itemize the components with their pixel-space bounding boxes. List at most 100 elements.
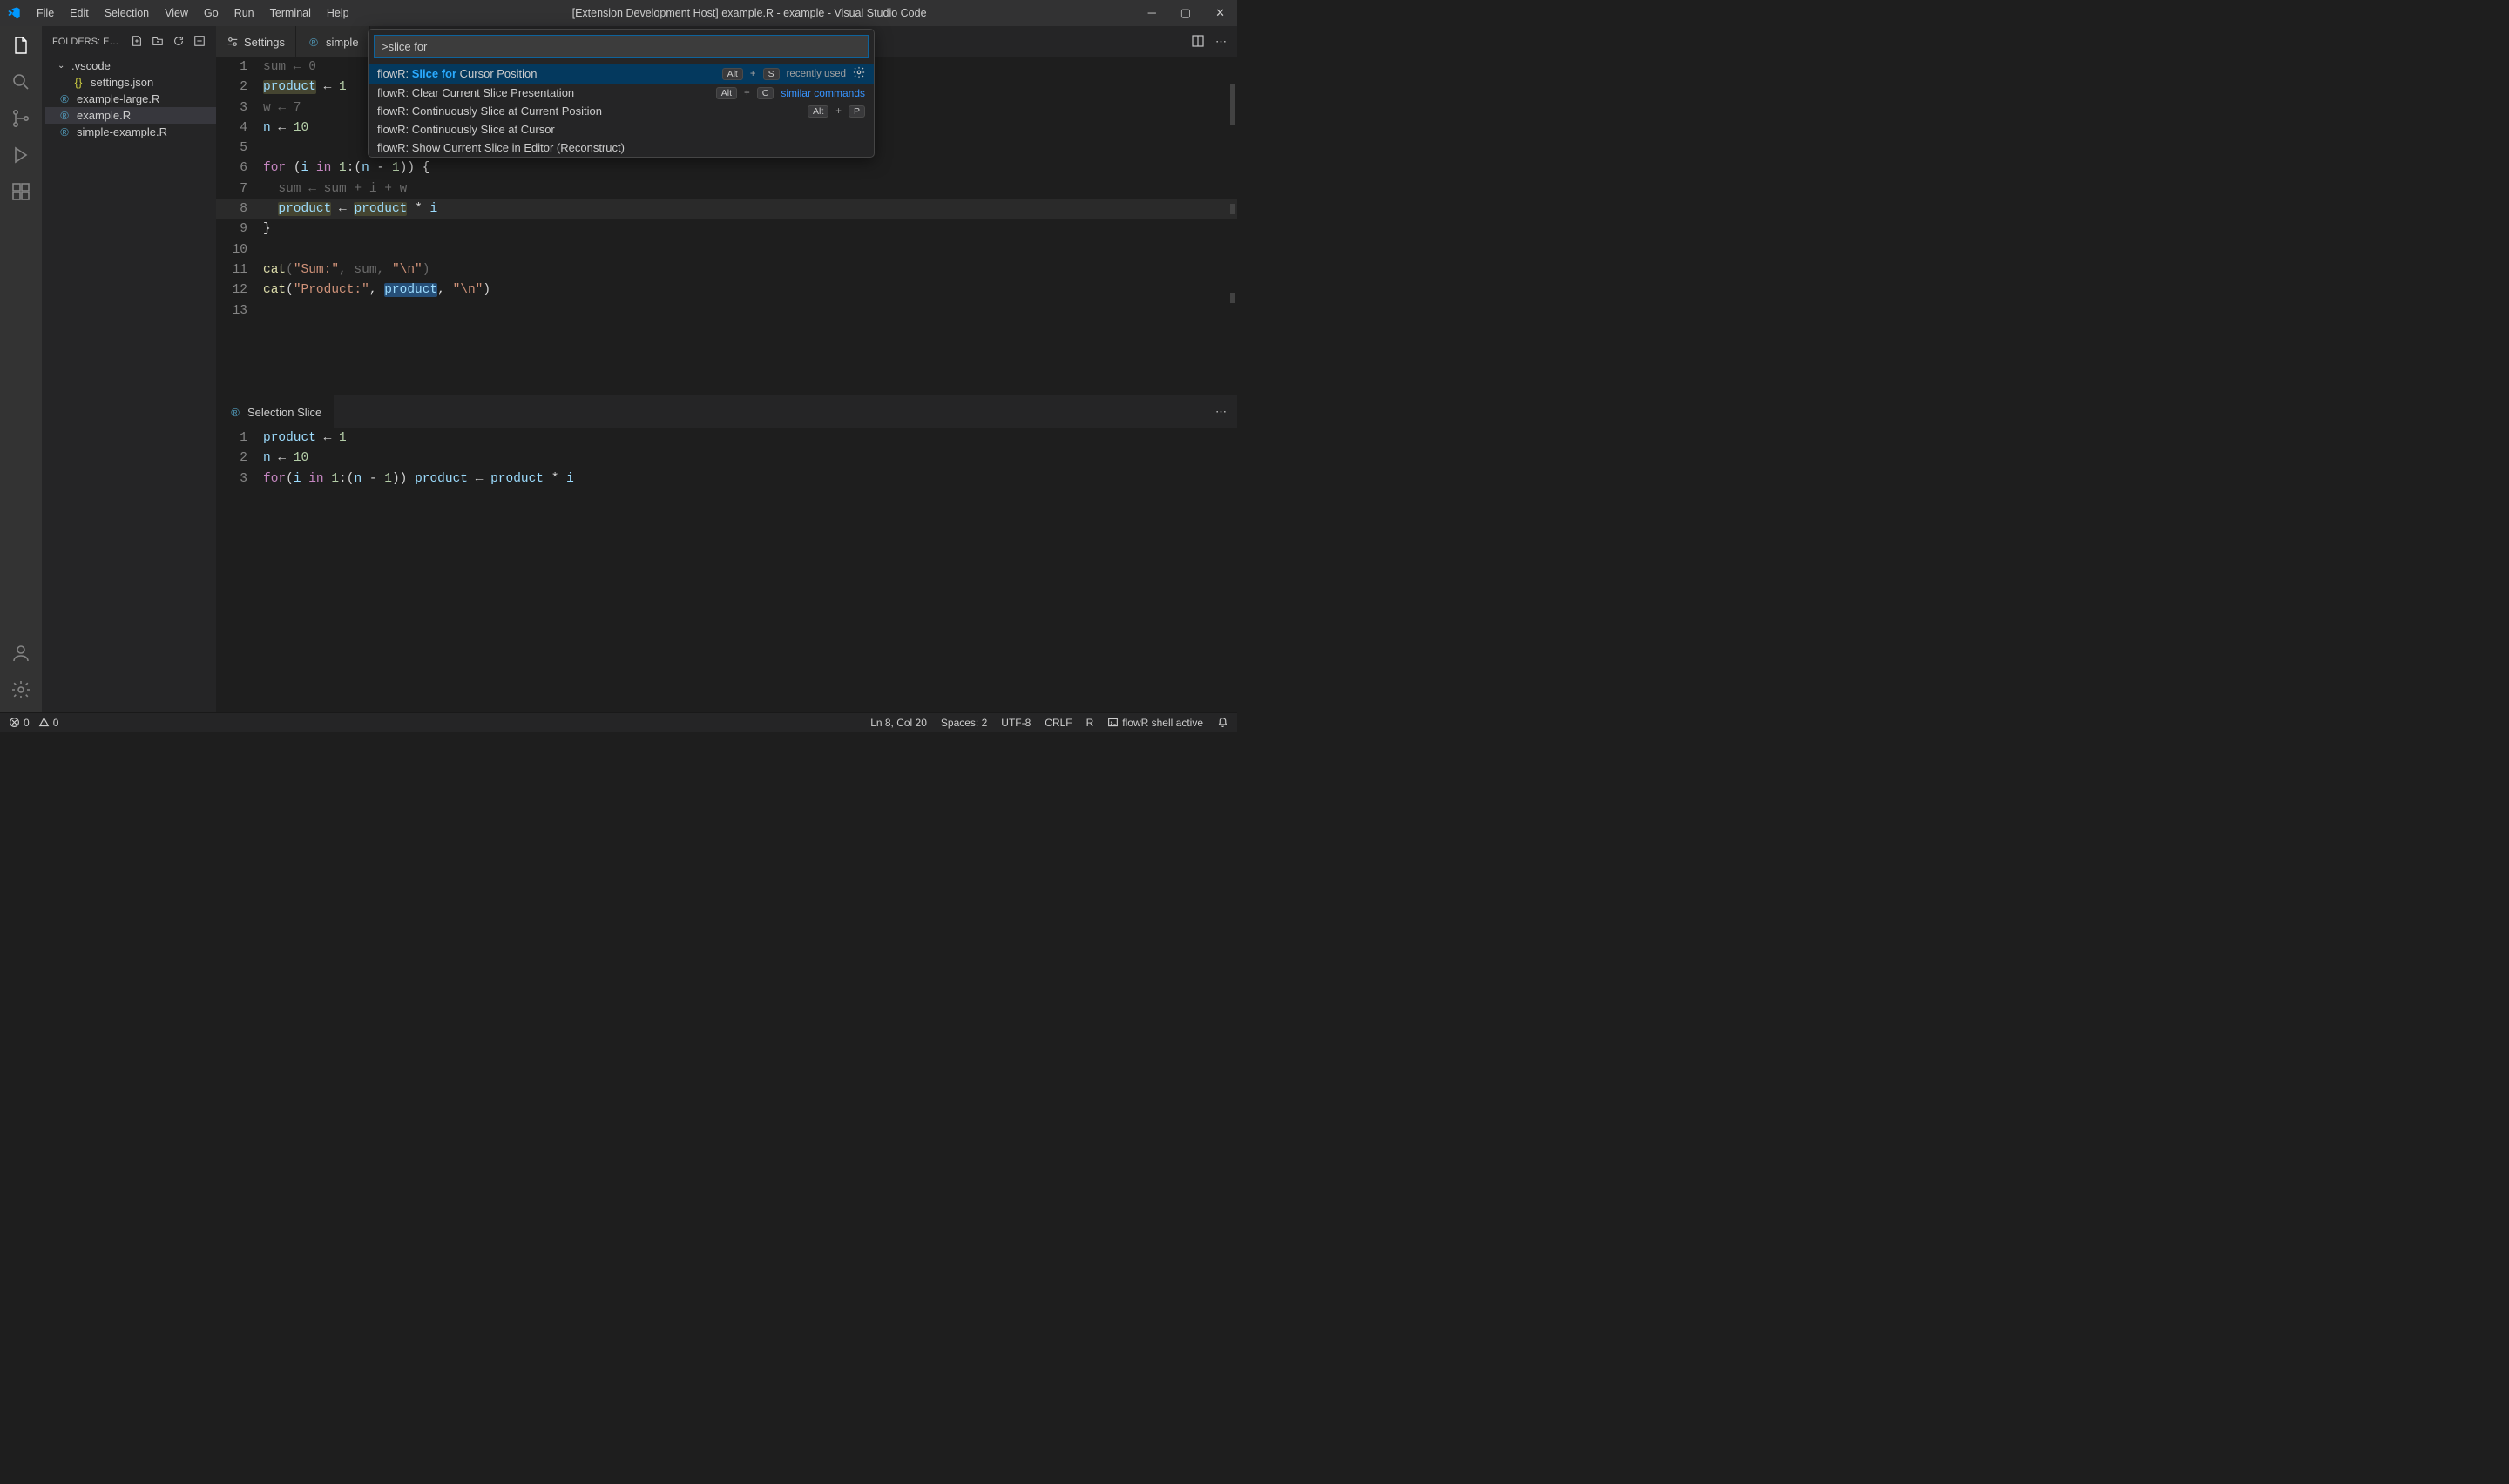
palette-item-label: flowR: Continuously Slice at Cursor <box>377 123 865 136</box>
code-line[interactable]: 1product ← 1 <box>216 428 1237 449</box>
status-language[interactable]: R <box>1086 717 1094 729</box>
status-encoding[interactable]: UTF-8 <box>1001 717 1031 729</box>
minimize-icon[interactable]: ─ <box>1143 4 1161 22</box>
file-tree: ⌄ .vscode {} settings.json ® example-lar… <box>42 57 216 140</box>
menu-edit[interactable]: Edit <box>63 3 96 23</box>
file-simple-example[interactable]: ® simple-example.R <box>45 124 216 140</box>
status-flowr[interactable]: flowR shell active <box>1107 717 1203 729</box>
menu-run[interactable]: Run <box>227 3 261 23</box>
collapse-icon[interactable] <box>193 35 206 50</box>
command-palette-item[interactable]: flowR: Continuously Slice at Cursor <box>369 120 874 138</box>
status-bell-icon[interactable] <box>1217 717 1228 728</box>
sidebar-title: FOLDERS: E… <box>52 37 122 47</box>
code-line[interactable]: 11cat("Sum:", sum, "\n") <box>216 260 1237 280</box>
line-number: 1 <box>216 57 263 78</box>
command-palette-item[interactable]: flowR: Slice for Cursor PositionAlt+Srec… <box>369 64 874 84</box>
menu-go[interactable]: Go <box>197 3 226 23</box>
palette-meta-link[interactable]: similar commands <box>781 87 865 99</box>
code-line[interactable]: 9} <box>216 219 1237 239</box>
chevron-down-icon: ⌄ <box>57 61 66 71</box>
source-control-icon[interactable] <box>10 108 31 129</box>
extensions-icon[interactable] <box>10 181 31 202</box>
folder-vscode[interactable]: ⌄ .vscode <box>45 57 216 74</box>
line-content[interactable]: product ← 1 <box>263 428 1237 449</box>
line-number: 10 <box>216 240 263 260</box>
more-icon[interactable]: ⋯ <box>1205 395 1237 428</box>
line-content[interactable]: cat("Sum:", sum, "\n") <box>263 260 1237 280</box>
search-icon[interactable] <box>10 71 31 92</box>
status-ln-col[interactable]: Ln 8, Col 20 <box>870 717 927 729</box>
line-content[interactable]: } <box>263 219 1237 239</box>
editor-bottom-pane: ® Selection Slice ⋯ 1product ← 12n ← 103… <box>216 395 1237 712</box>
keyboard-shortcut: S <box>763 68 780 80</box>
file-settings-json[interactable]: {} settings.json <box>45 74 216 91</box>
line-content[interactable]: n ← 10 <box>263 449 1237 469</box>
split-editor-icon[interactable] <box>1191 34 1205 51</box>
line-content[interactable]: sum ← sum + i + w <box>263 179 1237 199</box>
line-number: 3 <box>216 469 263 489</box>
status-warnings[interactable]: 0 <box>38 717 59 729</box>
command-palette-item[interactable]: flowR: Clear Current Slice PresentationA… <box>369 84 874 102</box>
editor-area: Settings ® simple ⋯ 1sum ← 02product ← 1… <box>216 26 1237 712</box>
code-line[interactable]: 7 sum ← sum + i + w <box>216 179 1237 199</box>
line-content[interactable]: cat("Product:", product, "\n") <box>263 280 1237 300</box>
tab-simple[interactable]: ® simple <box>296 26 370 57</box>
editor-bottom-content[interactable]: 1product ← 12n ← 103for(i in 1:(n - 1)) … <box>216 428 1237 489</box>
line-content[interactable]: product ← product * i <box>263 199 1237 219</box>
run-debug-icon[interactable] <box>10 145 31 165</box>
tab-settings[interactable]: Settings <box>216 26 296 57</box>
line-number: 1 <box>216 428 263 449</box>
minimap[interactable] <box>1230 84 1235 303</box>
r-file-icon: ® <box>307 36 321 49</box>
gear-icon[interactable] <box>853 66 865 81</box>
code-line[interactable]: 2n ← 10 <box>216 449 1237 469</box>
close-icon[interactable]: ✕ <box>1210 4 1230 22</box>
refresh-icon[interactable] <box>172 35 185 50</box>
tab-label: Settings <box>244 36 285 49</box>
menu-terminal[interactable]: Terminal <box>263 3 318 23</box>
status-spaces[interactable]: Spaces: 2 <box>941 717 987 729</box>
accounts-icon[interactable] <box>10 643 31 664</box>
gear-icon[interactable] <box>10 679 31 700</box>
new-folder-icon[interactable] <box>152 35 164 50</box>
status-eol[interactable]: CRLF <box>1045 717 1072 729</box>
more-icon[interactable]: ⋯ <box>1215 35 1227 49</box>
line-content[interactable]: for(i in 1:(n - 1)) product ← product * … <box>263 469 1237 489</box>
file-label: simple-example.R <box>77 125 167 138</box>
explorer-icon[interactable] <box>10 35 31 56</box>
warning-icon <box>38 717 50 728</box>
code-line[interactable]: 3for(i in 1:(n - 1)) product ← product *… <box>216 469 1237 489</box>
code-line[interactable]: 12cat("Product:", product, "\n") <box>216 280 1237 300</box>
command-palette-item[interactable]: flowR: Continuously Slice at Current Pos… <box>369 102 874 120</box>
activity-bar <box>0 26 42 712</box>
r-file-icon: ® <box>228 406 242 419</box>
line-number: 5 <box>216 138 263 159</box>
explorer-sidebar: FOLDERS: E… ⌄ .vscode {} settings.json ®… <box>42 26 216 712</box>
tab-selection-slice[interactable]: ® Selection Slice <box>216 395 334 428</box>
line-content[interactable] <box>263 301 1237 321</box>
file-example-r[interactable]: ® example.R <box>45 107 216 124</box>
file-example-large[interactable]: ® example-large.R <box>45 91 216 107</box>
new-file-icon[interactable] <box>131 35 143 50</box>
line-content[interactable]: for (i in 1:(n - 1)) { <box>263 159 1237 179</box>
keyboard-shortcut: P <box>849 105 865 118</box>
command-palette-input[interactable] <box>374 35 869 58</box>
menu-file[interactable]: File <box>30 3 61 23</box>
code-line[interactable]: 8 product ← product * i <box>216 199 1237 219</box>
status-errors[interactable]: 0 <box>9 717 30 729</box>
line-content[interactable] <box>263 240 1237 260</box>
menu-view[interactable]: View <box>158 3 195 23</box>
code-line[interactable]: 13 <box>216 301 1237 321</box>
code-line[interactable]: 10 <box>216 240 1237 260</box>
line-number: 9 <box>216 219 263 239</box>
file-label: example-large.R <box>77 92 159 105</box>
r-file-icon: ® <box>57 92 71 105</box>
command-palette-item[interactable]: flowR: Show Current Slice in Editor (Rec… <box>369 138 874 157</box>
file-label: example.R <box>77 109 131 122</box>
line-number: 4 <box>216 118 263 138</box>
maximize-icon[interactable]: ▢ <box>1175 4 1196 22</box>
menu-help[interactable]: Help <box>320 3 356 23</box>
code-line[interactable]: 6for (i in 1:(n - 1)) { <box>216 159 1237 179</box>
menu-selection[interactable]: Selection <box>98 3 156 23</box>
line-number: 12 <box>216 280 263 300</box>
